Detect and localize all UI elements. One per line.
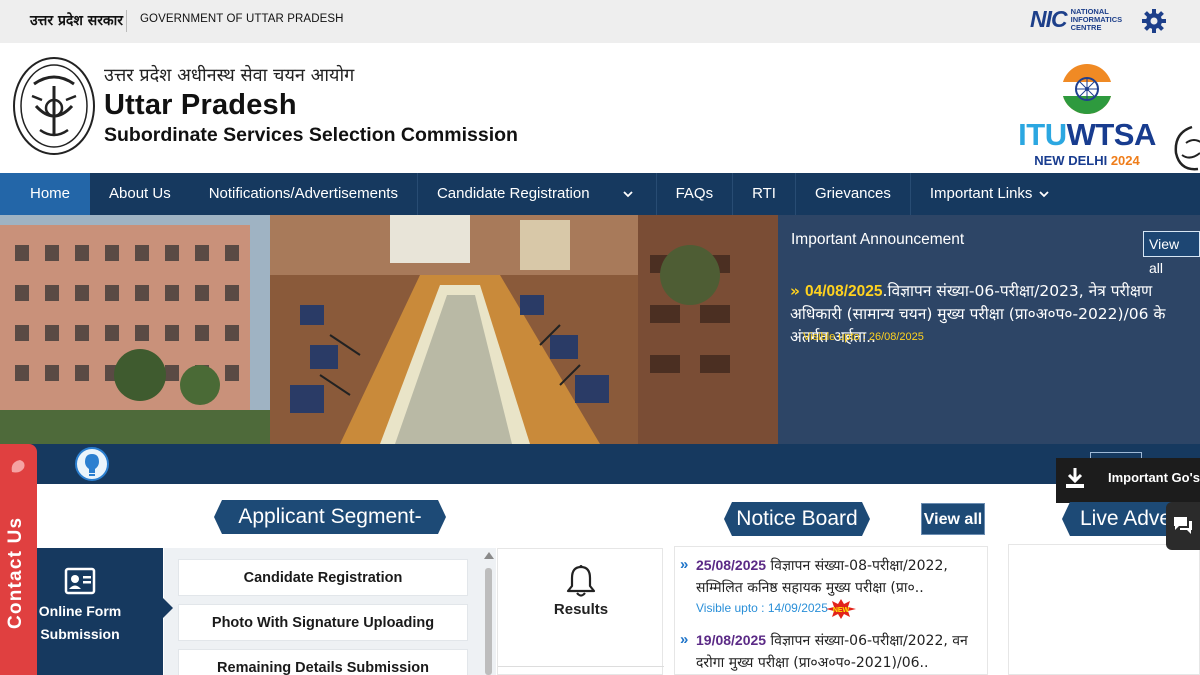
candidate-registration-link[interactable]: Candidate Registration [178,559,468,596]
gov-english-label[interactable]: GOVERNMENT OF UTTAR PRADESH [140,13,344,25]
chakra-icon [1062,64,1112,114]
notice-visible-upto: Visible upto : 14/09/2025 [696,601,828,615]
announcement-date: 04/08/2025 [804,283,883,300]
nav-rti-label: RTI [752,185,776,202]
gov-hindi-label[interactable]: उत्तर प्रदेश सरकार [30,11,123,30]
nav-important-links-label: Important Links [929,185,1033,202]
announcement-visible-upto: Visible upto : 26/08/2025 [803,331,924,343]
nav-about-us[interactable]: About Us [90,173,190,215]
itu-suffix: WTSA [1066,117,1157,152]
live-advertisement-area [1008,544,1200,675]
notice-date: 19/08/2025 [696,632,767,648]
results-label: Results [553,601,609,618]
header-subtitle: Subordinate Services Selection Commissio… [104,124,518,146]
applicant-scrollbar[interactable] [483,550,494,675]
nav-grievances-label: Grievances [814,185,891,202]
chevron-down-icon [622,191,633,198]
online-form-label: Online Form Submission [37,600,123,646]
bell-icon [566,565,596,597]
announcement-title: Important Announcement [791,231,965,248]
itu-city: NEW DELHI 2024 [1012,153,1162,168]
photo-signature-upload-link[interactable]: Photo With Signature Uploading [178,604,468,641]
nav-faqs-label: FAQs [675,185,714,202]
results-card[interactable]: Results [497,548,664,675]
scrollbar-thumb[interactable] [485,568,492,675]
notice-text: 25/08/2025 विज्ञापन संख्या-08-परीक्षा/20… [696,554,986,599]
contact-us-label: Contact Us [5,516,26,629]
nav-home[interactable]: Home [0,173,91,215]
itu-wordmark: ITUWTSA [1012,117,1162,153]
itu-prefix: ITU [1018,117,1067,152]
bulb-icon[interactable] [75,446,109,482]
nav-rti[interactable]: RTI [733,173,795,215]
contact-us-tab[interactable]: Contact Us [0,444,37,675]
nav-about-label: About Us [109,185,171,202]
download-icon [1066,468,1084,488]
notice-item[interactable]: » 25/08/2025 विज्ञापन संख्या-08-परीक्षा/… [680,554,980,600]
important-gos-button[interactable]: Important Go's [1056,452,1200,503]
nav-grievances[interactable]: Grievances [796,173,910,215]
new-badge-icon: NEW [826,599,856,619]
gear-icon[interactable] [1140,7,1168,35]
notice-board-view-all-button[interactable]: View all [921,503,985,535]
nic-mark: NIC [1030,6,1068,32]
gov-separator [126,10,127,32]
contact-decoration-icon [11,460,25,473]
itu-city-name: NEW DELHI [1034,153,1108,168]
id-card-icon [64,567,96,595]
notice-date: 25/08/2025 [696,557,767,573]
double-chevron-icon: » [680,631,689,648]
important-gos-tab [1090,452,1142,458]
notice-board-title: Notice Board [724,502,870,536]
emblem-logo[interactable] [12,56,96,156]
nav-candidate-label: Candidate Registration [436,185,590,202]
nav-candidate-registration[interactable]: Candidate Registration [418,173,600,215]
online-form-line1: Online Form [38,603,122,619]
nic-text: NATIONAL INFORMATICS CENTRE [1070,6,1123,32]
main-nav: Home About Us Notifications/Advertisemen… [0,173,1200,215]
nav-notifications-label: Notifications/Advertisements [208,185,398,202]
header-title: Uttar Pradesh [104,89,297,121]
important-gos-label: Important Go's [1108,470,1200,485]
nav-candidate-dropdown[interactable] [600,173,656,215]
nav-notifications[interactable]: Notifications/Advertisements [190,173,417,215]
government-bar: उत्तर प्रदेश सरकार GOVERNMENT OF UTTAR P… [0,0,1200,43]
announcement-view-all-button[interactable]: View all [1143,231,1200,276]
chat-icon [1174,517,1192,534]
nav-faqs[interactable]: FAQs [657,173,733,215]
itu-year: 2024 [1110,153,1140,168]
header-hindi-title: उत्तर प्रदेश अधीनस्थ सेवा चयन आयोग [104,65,355,86]
results-divider [498,666,664,667]
online-form-line2: Submission [40,626,120,642]
scroll-up-icon[interactable] [484,552,494,559]
remaining-details-link[interactable]: Remaining Details Submission [178,649,468,675]
applicant-segment-title: Applicant Segment-216 [214,500,446,562]
itu-wtsa-logo[interactable]: ITUWTSA NEW DELHI 2024 [1012,63,1162,173]
double-chevron-icon: » [790,282,801,300]
nav-home-label: Home [30,185,71,202]
double-chevron-icon: » [680,556,689,573]
secondary-bar [0,444,1200,484]
notice-text: 19/08/2025 विज्ञापन संख्या-06-परीक्षा/20… [696,629,986,674]
nav-important-links[interactable]: Important Links [911,173,1070,215]
notice-item[interactable]: » 19/08/2025 विज्ञापन संख्या-06-परीक्षा/… [680,629,980,675]
site-header: उत्तर प्रदेश अधीनस्थ सेवा चयन आयोग Uttar… [0,43,1200,173]
online-form-submission-card[interactable]: Online Form Submission [37,548,173,675]
nic-logo[interactable]: NIC NATIONAL INFORMATICS CENTRE [1030,6,1129,33]
chat-button[interactable] [1166,502,1200,550]
chevron-down-icon [1039,191,1050,198]
new-badge-text: NEW [833,607,850,614]
